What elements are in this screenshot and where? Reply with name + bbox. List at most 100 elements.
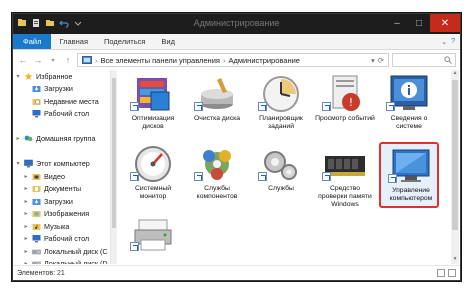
admin-tool-item[interactable]: Службы компонентов — [187, 142, 247, 208]
expand-arrow-icon[interactable]: ▸ — [15, 135, 21, 142]
nav-item-label: Видео — [44, 171, 65, 181]
nav-item-label: Этот компьютер — [36, 159, 90, 169]
admin-tool-item[interactable]: ! Просмотр событий — [315, 72, 375, 138]
items-scrollbar[interactable]: ▲ ▼ — [451, 70, 459, 264]
recent-places-icon — [32, 98, 41, 105]
address-dropdown-icon[interactable]: ▾ — [371, 56, 375, 65]
nav-item[interactable]: ▾ Этот компьютер — [13, 158, 110, 171]
nav-item-label: Локальный диск (C — [44, 246, 108, 256]
expand-arrow-icon[interactable]: ▸ — [23, 223, 29, 230]
search-input[interactable] — [392, 53, 456, 67]
ribbon-right-controls: ⌄ ? — [441, 34, 460, 49]
admin-tool-item[interactable]: Очистка диска — [187, 72, 247, 138]
expand-arrow-icon[interactable]: ▸ — [23, 260, 29, 264]
admin-tool-item[interactable]: Планировщик заданий — [251, 72, 311, 138]
navigation-pane: ▾ Избранное Загрузки Недавние места Рабочий … — [13, 70, 111, 264]
nav-item-label: Документы — [44, 184, 82, 194]
nav-item[interactable]: ▸ Изображения — [13, 208, 110, 221]
nav-item[interactable]: ▸ Загрузки — [13, 195, 110, 208]
shortcut-arrow-icon — [258, 172, 267, 181]
computer-icon — [24, 160, 33, 168]
scroll-up-icon[interactable]: ▲ — [451, 70, 459, 78]
search-icon — [444, 56, 452, 64]
nav-item[interactable]: ▸ Локальный диск (C — [13, 245, 110, 258]
desktop-icon — [32, 235, 41, 243]
breadcrumb-control-panel[interactable]: Все элементы панели управления — [101, 56, 220, 65]
details-view-icon[interactable] — [437, 269, 445, 277]
recent-locations-button[interactable]: ▾ — [47, 54, 59, 66]
admin-tool-label: Оптимизация дисков — [131, 115, 175, 130]
shortcut-arrow-icon — [194, 102, 203, 111]
expand-arrow-icon[interactable]: ▸ — [23, 248, 29, 255]
back-button[interactable]: ← — [17, 54, 29, 66]
nav-item[interactable]: Недавние места — [13, 95, 110, 108]
admin-tool-item[interactable]: Системный монитор — [123, 142, 183, 208]
nav-item-label: Загрузки — [44, 84, 73, 94]
drive-icon — [32, 249, 41, 254]
expand-arrow-icon[interactable]: ▸ — [23, 198, 29, 205]
nav-item[interactable]: ▸ Музыка — [13, 220, 110, 233]
large-icons-view-icon[interactable] — [448, 269, 456, 277]
shortcut-arrow-icon — [322, 172, 331, 181]
scroll-down-icon[interactable]: ▼ — [451, 256, 459, 264]
expand-arrow-icon[interactable]: ▸ — [23, 210, 29, 217]
desktop-icon — [32, 110, 41, 118]
items-view: Оптимизация дисков Очистка диска Планировщ… — [119, 70, 450, 264]
maximize-button[interactable]: □ — [408, 14, 430, 32]
shortcut-arrow-icon — [130, 242, 139, 251]
breadcrumb-separator-icon: › — [95, 55, 98, 65]
navigation-scrollbar-thumb[interactable] — [112, 78, 116, 228]
nav-item-label: Музыка — [44, 221, 70, 231]
admin-tool-item[interactable]: Сведения о системе — [379, 72, 439, 138]
download-folder-icon — [32, 198, 41, 205]
admin-tool-item[interactable] — [123, 212, 183, 264]
admin-tool-item[interactable]: Средство проверки памяти Windows — [315, 142, 375, 208]
expand-arrow-icon[interactable]: ▸ — [23, 173, 29, 180]
tab-view[interactable]: Вид — [153, 34, 183, 49]
view-switcher — [437, 269, 456, 277]
ribbon-tabs: Файл Главная Поделиться Вид ⌄ ? — [13, 34, 460, 50]
tab-file[interactable]: Файл — [13, 34, 52, 49]
shortcut-arrow-icon — [130, 172, 139, 181]
nav-item-label: Рабочий стол — [44, 234, 90, 244]
admin-tool-label: Просмотр событий — [315, 115, 375, 122]
close-button[interactable]: ✕ — [430, 14, 460, 32]
homegroup-icon — [24, 135, 33, 142]
documents-folder-icon — [32, 186, 41, 193]
collapse-arrow-icon[interactable]: ▾ — [15, 73, 21, 80]
admin-tool-label: Службы — [268, 185, 294, 192]
admin-tool-item[interactable]: Управление компьютером — [379, 142, 439, 208]
items-scrollbar-thumb[interactable] — [452, 80, 458, 230]
forward-button[interactable]: → — [32, 54, 44, 66]
help-icon[interactable]: ? — [451, 38, 455, 45]
address-bar[interactable]: › Все элементы панели управления › Админ… — [77, 53, 389, 67]
admin-tool-label: Управление компьютером — [389, 187, 433, 202]
tab-share[interactable]: Поделиться — [96, 34, 153, 49]
nav-item[interactable]: Загрузки — [13, 83, 110, 96]
nav-item[interactable]: ▸ Локальный диск (D — [13, 258, 110, 264]
expand-arrow-icon[interactable]: ▸ — [23, 185, 29, 192]
shortcut-arrow-icon — [386, 102, 395, 111]
minimize-button[interactable]: – — [386, 14, 408, 32]
tab-home[interactable]: Главная — [51, 34, 96, 49]
breadcrumb-administration[interactable]: Администрирование — [228, 56, 300, 65]
collapse-arrow-icon[interactable]: ▾ — [15, 160, 21, 167]
admin-tool-item[interactable]: Службы — [251, 142, 311, 208]
admin-tool-label: Планировщик заданий — [259, 115, 303, 130]
nav-item[interactable]: ▾ Избранное — [13, 70, 110, 83]
nav-item[interactable]: ▸ Видео — [13, 170, 110, 183]
nav-item[interactable]: Рабочий стол — [13, 108, 110, 121]
shortcut-arrow-icon — [322, 102, 331, 111]
nav-item[interactable]: ▸ Документы — [13, 183, 110, 196]
expand-ribbon-icon[interactable]: ⌄ — [441, 38, 447, 46]
navigation-scrollbar[interactable] — [111, 70, 117, 264]
up-button[interactable]: ↑ — [62, 54, 74, 66]
refresh-icon[interactable]: ⟳ — [378, 56, 384, 65]
expand-arrow-icon[interactable]: ▸ — [23, 235, 29, 242]
nav-item[interactable]: ▸ Рабочий стол — [13, 233, 110, 246]
admin-tool-item[interactable]: Оптимизация дисков — [123, 72, 183, 138]
shortcut-arrow-icon — [194, 172, 203, 181]
nav-item[interactable]: ▸ Домашняя группа — [13, 133, 110, 146]
video-folder-icon — [32, 173, 41, 180]
nav-item-label: Локальный диск (D — [44, 259, 108, 264]
